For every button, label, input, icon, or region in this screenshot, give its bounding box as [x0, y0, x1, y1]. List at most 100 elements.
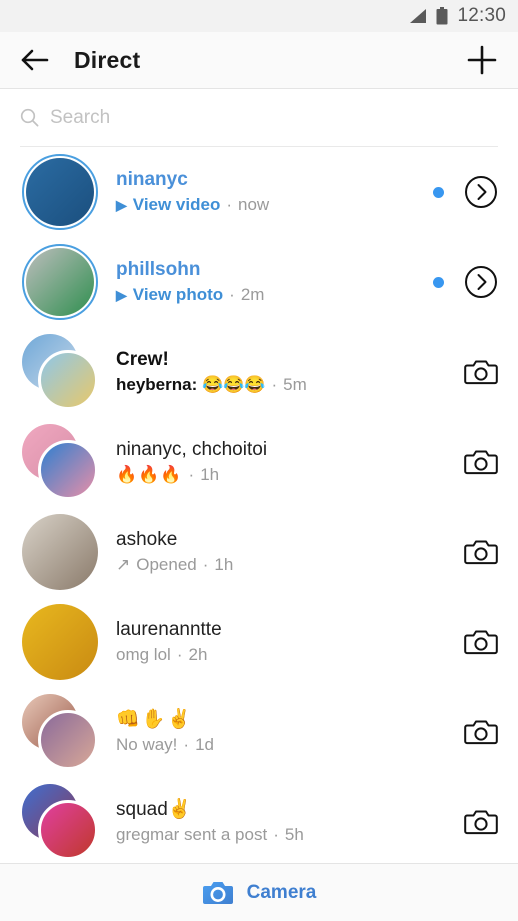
conversation-timestamp: 5h — [284, 825, 304, 845]
preview-text: No way! — [116, 735, 178, 755]
camera-outline-icon — [464, 720, 498, 745]
conversation-row[interactable]: laurenanntte omg lol · 2h — [0, 597, 518, 687]
avatar[interactable] — [22, 514, 98, 590]
avatar[interactable] — [22, 694, 98, 770]
preview-separator: · — [273, 825, 279, 845]
camera-outline-icon — [464, 540, 498, 565]
conversation-row[interactable]: ninanyc ▶ View video · now — [0, 147, 518, 237]
conversation-text-block: laurenanntte omg lol · 2h — [116, 619, 464, 664]
preview-separator: · — [183, 735, 190, 755]
status-bar-time: 12:30 — [457, 5, 506, 26]
row-actions — [464, 808, 498, 836]
conversation-timestamp: now — [238, 195, 270, 215]
conversation-name: phillsohn — [116, 259, 201, 281]
avatar[interactable] — [22, 784, 98, 860]
preview-separator: · — [226, 195, 233, 215]
back-arrow-icon — [21, 49, 49, 71]
avatar-photo — [22, 604, 98, 680]
row-actions — [433, 175, 498, 209]
conversation-preview: ↗ Opened · 1h — [116, 555, 464, 575]
preview-separator: · — [271, 375, 278, 395]
conversation-text-block: ninanyc ▶ View video · now — [116, 169, 433, 214]
conversation-row[interactable]: phillsohn ▶ View photo · 2m — [0, 237, 518, 327]
plus-icon — [467, 45, 497, 75]
camera-outline-icon — [464, 630, 498, 655]
conversation-text-block: ninanyc, chchoitoi 🔥🔥🔥 · 1h — [116, 439, 464, 484]
avatar-photo-primary — [38, 350, 98, 410]
send-media-button[interactable] — [464, 358, 498, 386]
conversation-preview: omg lol · 2h — [116, 645, 464, 665]
avatar[interactable] — [22, 334, 98, 410]
preview-text: heyberna: 😂😂😂 — [116, 375, 266, 395]
avatar-photo-primary — [38, 800, 98, 860]
avatar-photo-primary — [38, 710, 98, 770]
avatar-photo-primary — [38, 440, 98, 500]
new-message-button[interactable] — [464, 42, 500, 78]
chevron-right-circle-icon — [465, 176, 497, 208]
unread-story-ring — [22, 244, 98, 320]
preview-separator: · — [176, 645, 183, 665]
conversation-text-block: Crew! heyberna: 😂😂😂 · 5m — [116, 349, 464, 394]
conversation-preview: No way! · 1d — [116, 735, 464, 755]
conversation-list[interactable]: ninanyc ▶ View video · now phillsohn ▶ View pho… — [0, 147, 518, 863]
send-media-button[interactable] — [464, 808, 498, 836]
conversation-text-block: 👊✋✌️ No way! · 1d — [116, 709, 464, 754]
avatar[interactable] — [22, 244, 98, 320]
avatar[interactable] — [22, 424, 98, 500]
conversation-row[interactable]: Crew! heyberna: 😂😂😂 · 5m — [0, 327, 518, 417]
preview-separator: · — [188, 465, 195, 485]
camera-outline-icon — [464, 450, 498, 475]
open-message-button[interactable] — [464, 265, 498, 299]
search-input[interactable]: Search — [50, 107, 110, 129]
conversation-name: ashoke — [116, 529, 178, 551]
send-media-button[interactable] — [464, 448, 498, 476]
direct-messages-screen: 12:30 Direct Search ninanyc ▶ View video… — [0, 0, 518, 921]
conversation-timestamp: 1d — [195, 735, 215, 755]
conversation-name: squad✌️ — [116, 799, 192, 821]
chevron-right-circle-icon — [465, 266, 497, 298]
preview-text: View photo — [132, 285, 224, 305]
conversation-timestamp: 5m — [283, 375, 307, 395]
conversation-timestamp: 2h — [188, 645, 208, 665]
avatar[interactable] — [22, 604, 98, 680]
preview-text: omg lol — [116, 645, 171, 665]
send-media-button[interactable] — [464, 538, 498, 566]
search-bar[interactable]: Search — [0, 89, 518, 146]
camera-bar[interactable]: Camera — [0, 863, 518, 921]
camera-label: Camera — [246, 881, 317, 903]
conversation-text-block: phillsohn ▶ View photo · 2m — [116, 259, 433, 304]
conversation-preview: ▶ View photo · 2m — [116, 285, 433, 305]
preview-text: View video — [132, 195, 221, 215]
preview-text: gregmar sent a post — [116, 825, 268, 845]
conversation-name: Crew! — [116, 349, 169, 371]
row-actions — [464, 538, 498, 566]
conversation-row[interactable]: ashoke ↗ Opened · 1h — [0, 507, 518, 597]
conversation-timestamp: 1h — [200, 465, 220, 485]
unread-dot — [433, 276, 444, 288]
avatar-photo — [22, 514, 98, 590]
conversation-name: 👊✋✌️ — [116, 709, 193, 731]
send-media-button[interactable] — [464, 718, 498, 746]
page-title: Direct — [74, 46, 141, 73]
conversation-timestamp: 2m — [240, 285, 265, 305]
conversation-row[interactable]: squad✌️ gregmar sent a post · 5h — [0, 777, 518, 863]
conversation-row[interactable]: ninanyc, chchoitoi 🔥🔥🔥 · 1h — [0, 417, 518, 507]
back-button[interactable] — [18, 43, 52, 77]
camera-outline-icon — [464, 810, 498, 835]
row-actions — [464, 628, 498, 656]
preview-separator: · — [229, 285, 235, 305]
conversation-text-block: squad✌️ gregmar sent a post · 5h — [116, 799, 464, 844]
play-triangle-icon: ▶ — [116, 286, 127, 303]
play-triangle-icon: ▶ — [116, 196, 127, 213]
status-bar: 12:30 — [0, 0, 518, 32]
open-message-button[interactable] — [464, 175, 498, 209]
arrow-up-right-icon: ↗ — [116, 555, 131, 575]
camera-filled-icon — [202, 882, 233, 904]
preview-text: Opened — [136, 555, 197, 575]
send-media-button[interactable] — [464, 628, 498, 656]
conversation-name: ninanyc, chchoitoi — [116, 439, 268, 461]
conversation-name: laurenanntte — [116, 619, 222, 641]
conversation-row[interactable]: 👊✋✌️ No way! · 1d — [0, 687, 518, 777]
app-header: Direct — [0, 32, 518, 89]
avatar[interactable] — [22, 154, 98, 230]
